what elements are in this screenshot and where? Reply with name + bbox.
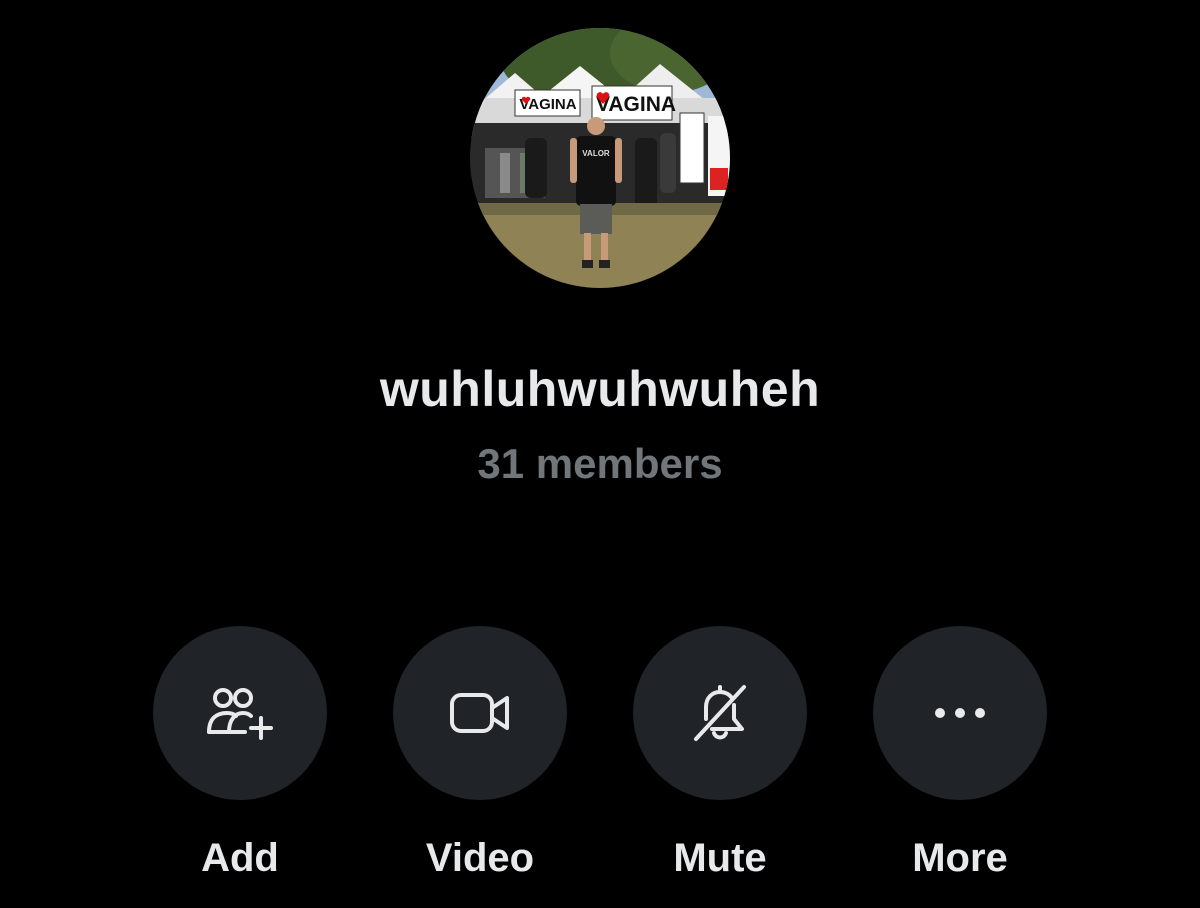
add-action: Add xyxy=(153,626,327,881)
add-label: Add xyxy=(201,836,279,880)
more-button[interactable] xyxy=(873,626,1047,800)
more-dots-icon xyxy=(935,708,985,718)
more-label: More xyxy=(912,836,1008,880)
add-people-icon xyxy=(207,688,273,740)
more-action: More xyxy=(873,626,1047,881)
mute-label: Mute xyxy=(673,836,767,880)
group-avatar[interactable]: VAGINA VAGINA VALOR xyxy=(470,28,730,288)
avatar-photo: VAGINA VAGINA VALOR xyxy=(470,28,730,288)
member-count[interactable]: 31 members xyxy=(0,440,1200,488)
mute-action: Mute xyxy=(633,626,807,881)
video-button[interactable] xyxy=(393,626,567,800)
video-camera-icon xyxy=(450,693,509,733)
add-button[interactable] xyxy=(153,626,327,800)
group-info-screen: VAGINA VAGINA VALOR wuhluhwuhwuheh 31 me… xyxy=(0,0,1200,908)
video-action: Video xyxy=(393,626,567,881)
avatar-shirt-text: VALOR xyxy=(582,149,610,158)
bell-off-icon xyxy=(694,685,746,741)
video-label: Video xyxy=(425,836,535,880)
group-name: wuhluhwuhwuheh xyxy=(379,361,821,417)
mute-button[interactable] xyxy=(633,626,807,800)
